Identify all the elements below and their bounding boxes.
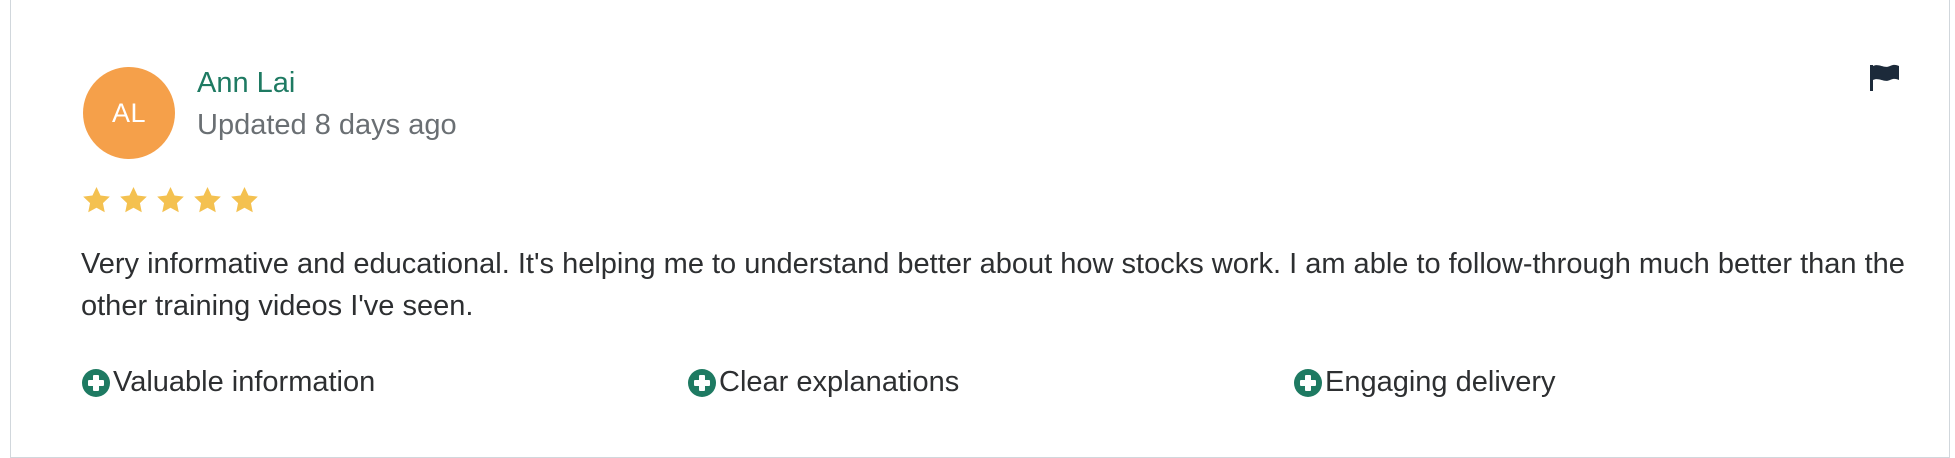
tag-clear-explanations: Clear explanations	[687, 366, 959, 399]
tag-valuable-information: Valuable information	[81, 366, 375, 399]
review-card: AL Ann Lai Updated 8 days ago Very infor…	[10, 0, 1950, 458]
tag-engaging-delivery: Engaging delivery	[1293, 366, 1556, 399]
star-icon	[157, 186, 184, 213]
star-icon	[120, 186, 147, 213]
review-text: Very informative and educational. It's h…	[81, 248, 1905, 322]
author-name: Ann Lai	[197, 67, 296, 99]
star-icon	[194, 186, 221, 213]
plus-circle-icon	[1294, 368, 1322, 397]
plus-circle-icon	[82, 368, 110, 397]
star-rating	[81, 185, 260, 216]
star-icon	[83, 186, 110, 213]
tag-label: Clear explanations	[719, 366, 960, 398]
flag-icon[interactable]	[1868, 63, 1902, 93]
updated-timestamp: Updated 8 days ago	[197, 109, 457, 141]
review-tags: Valuable information Clear explanations …	[81, 366, 1881, 406]
avatar: AL	[83, 67, 175, 159]
tag-label: Valuable information	[113, 366, 376, 398]
avatar-initials: AL	[111, 97, 147, 128]
star-icon	[231, 186, 258, 213]
tag-label: Engaging delivery	[1325, 366, 1556, 398]
plus-circle-icon	[688, 368, 716, 397]
